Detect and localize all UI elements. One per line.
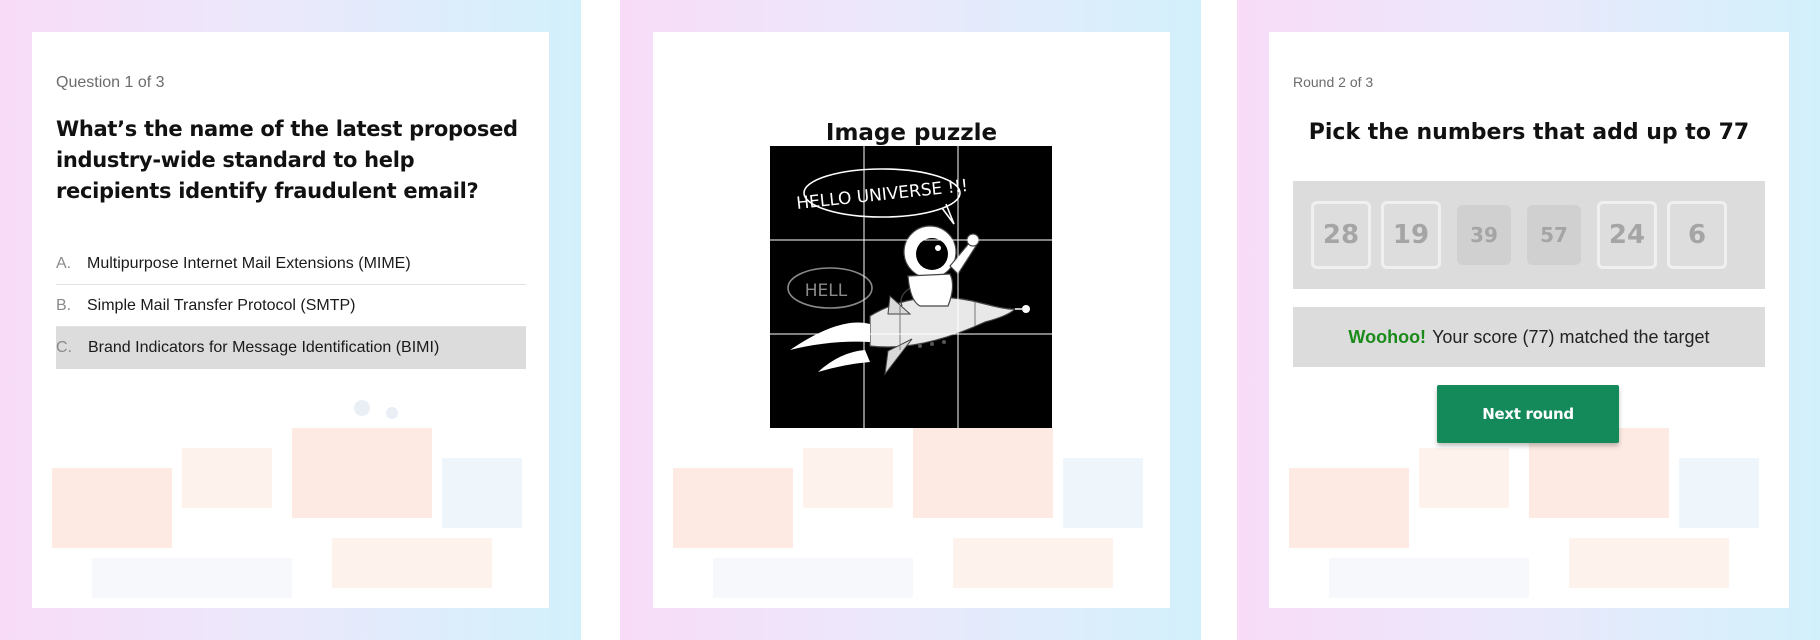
target-title: Pick the numbers that add up to 77 [1308,120,1750,145]
number-tile[interactable]: 24 [1597,201,1657,269]
puzzle-card: Image puzzle HELLO UNIVERSE !!! HELL [653,32,1170,608]
screenshot-stage: Question 1 of 3 What’s the name of the l… [0,0,1820,640]
answer-option-a[interactable]: A. Multipurpose Internet Mail Extensions… [56,243,526,285]
result-highlight: Woohoo! [1348,326,1427,347]
quiz-card: Question 1 of 3 What’s the name of the l… [32,32,549,608]
option-letter: A. [56,254,72,272]
option-label: Simple Mail Transfer Protocol (SMTP) [87,296,356,314]
question-counter: Question 1 of 3 [56,74,165,91]
result-text: Your score (77) matched the target [1432,326,1710,347]
astronaut-rocket-image: HELLO UNIVERSE !!! HELL [770,146,1052,428]
speech-bubble-fragment: HELL [805,281,848,301]
result-message: Woohoo! Your score (77) matched the targ… [1293,307,1765,367]
next-round-button[interactable]: Next round [1437,385,1619,443]
option-label: Brand Indicators for Message Identificat… [88,339,440,356]
answer-option-b[interactable]: B. Simple Mail Transfer Protocol (SMTP) [56,285,526,327]
answer-option-c[interactable]: C. Brand Indicators for Message Identifi… [56,327,526,369]
option-letter: B. [56,296,72,314]
round-counter: Round 2 of 3 [1293,74,1374,90]
number-tile-picked[interactable]: 39 [1457,205,1511,265]
answer-options: A. Multipurpose Internet Mail Extensions… [56,243,526,369]
option-letter: C. [56,339,72,356]
office-illustration-background [52,400,522,598]
numbers-card: Round 2 of 3 Pick the numbers that add u… [1269,32,1789,608]
question-text: What’s the name of the latest proposed i… [56,117,518,203]
number-tray: 28 19 39 57 24 6 [1293,181,1765,289]
option-label: Multipurpose Internet Mail Extensions (M… [87,254,411,272]
puzzle-panel: Image puzzle HELLO UNIVERSE !!! HELL [620,0,1201,640]
numbers-panel: Round 2 of 3 Pick the numbers that add u… [1237,0,1820,640]
number-tile[interactable]: 28 [1311,201,1371,269]
puzzle-title: Image puzzle [825,120,998,146]
number-tile-picked[interactable]: 57 [1527,205,1581,265]
number-tile[interactable]: 6 [1667,201,1727,269]
number-tile[interactable]: 19 [1381,201,1441,269]
quiz-panel: Question 1 of 3 What’s the name of the l… [0,0,581,640]
puzzle-board[interactable]: HELLO UNIVERSE !!! HELL [770,146,1052,428]
